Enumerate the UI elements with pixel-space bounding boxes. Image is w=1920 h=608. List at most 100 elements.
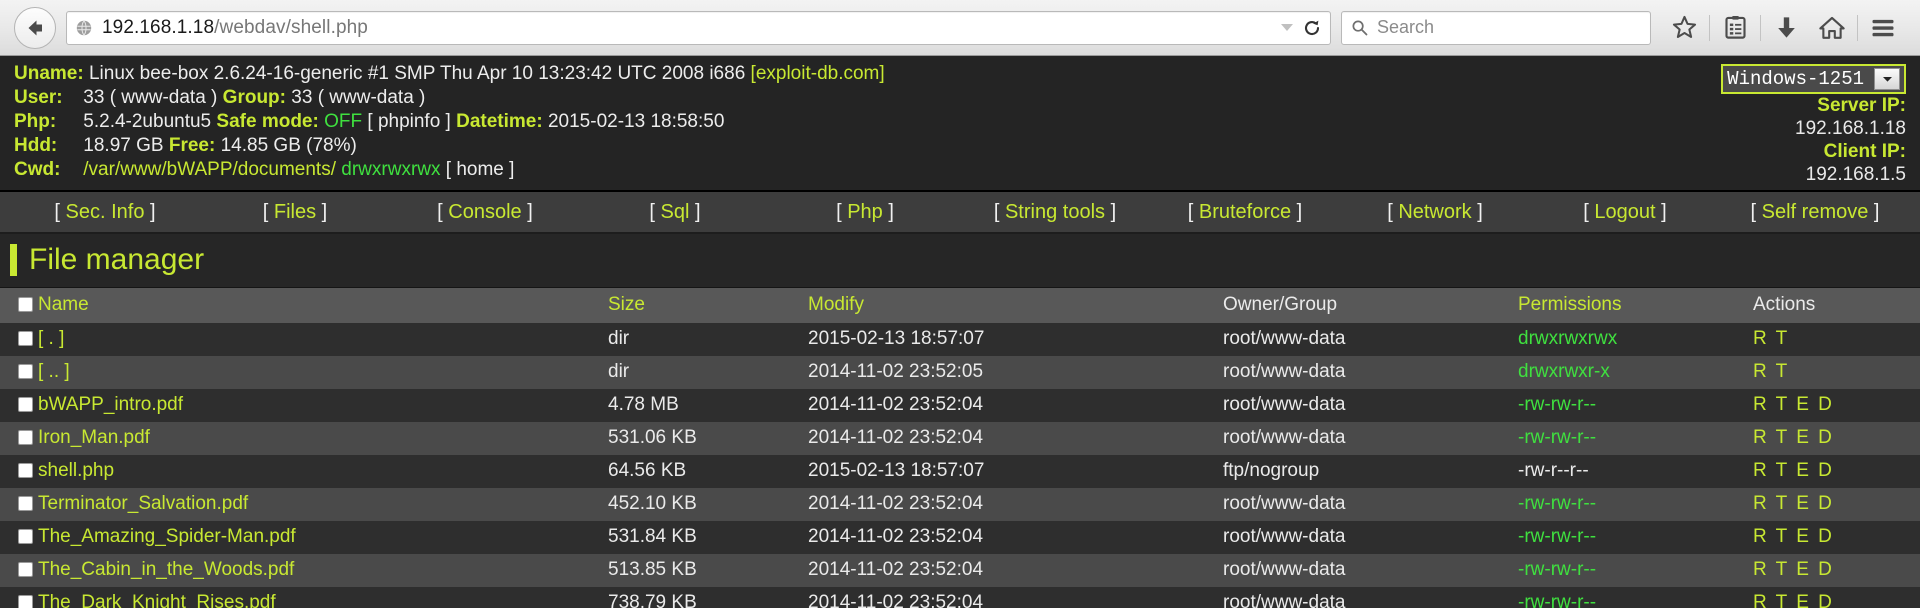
reload-button[interactable] (1302, 18, 1322, 38)
encoding-selected-value: Windows-1251 (1727, 68, 1864, 90)
file-actions-links[interactable]: R T E D (1753, 493, 1834, 514)
free-label: Free: (168, 135, 216, 156)
table-row: shell.php 64.56 KB 2015-02-13 18:57:07 ftp/… (0, 455, 1920, 488)
file-name-link[interactable]: bWAPP_intro.pdf (38, 394, 183, 415)
file-name-link[interactable]: Terminator_Salvation.pdf (38, 493, 248, 514)
back-button[interactable] (14, 6, 56, 49)
file-size-cell: dir (608, 356, 808, 389)
column-header-modify[interactable]: Modify (808, 288, 1223, 323)
cwd-value[interactable]: /var/www/bWAPP/documents/ (83, 159, 336, 180)
menu-icon (1872, 19, 1894, 36)
phpinfo-link[interactable]: [ phpinfo ] (367, 111, 450, 132)
row-select-cell (0, 587, 38, 608)
bookmark-star-button[interactable] (1661, 5, 1707, 51)
php-value: 5.2.4-2ubuntu5 (83, 111, 212, 132)
file-manager-table: Name Size Modify Owner/Group Permissions… (0, 288, 1920, 608)
nav-item-network[interactable]: [ Network ] (1340, 201, 1530, 224)
safemode-value: OFF (324, 111, 363, 132)
row-checkbox[interactable] (18, 595, 33, 608)
chevron-down-icon[interactable] (1874, 68, 1900, 90)
file-name-link[interactable]: The_Cabin_in_the_Woods.pdf (38, 559, 294, 580)
datetime-label: Datetime: (456, 111, 543, 132)
file-permissions-value: drwxrwxrwx (1518, 328, 1618, 349)
row-checkbox[interactable] (18, 430, 33, 446)
file-name-link[interactable]: [ . ] (38, 328, 64, 349)
row-checkbox[interactable] (18, 562, 33, 578)
table-body: [ . ] dir 2015-02-13 18:57:07 root/www-data… (0, 323, 1920, 608)
downloads-button[interactable] (1763, 5, 1809, 51)
column-header-name[interactable]: Name (38, 288, 608, 323)
file-size-cell: 452.10 KB (608, 488, 808, 521)
row-checkbox[interactable] (18, 331, 33, 347)
file-permissions-value: -rw-rw-r-- (1518, 493, 1597, 514)
menu-button[interactable] (1860, 5, 1906, 51)
nav-item-logout[interactable]: [ Logout ] (1530, 201, 1720, 224)
file-actions-links[interactable]: R T E D (1753, 427, 1834, 448)
select-all-header (0, 288, 38, 323)
nav-item-console[interactable]: [ Console ] (390, 201, 580, 224)
file-name-link[interactable]: The_Amazing_Spider-Man.pdf (38, 526, 296, 547)
column-header-actions[interactable]: Actions (1753, 288, 1920, 323)
search-input[interactable]: Search (1377, 17, 1434, 38)
file-modify-cell: 2014-11-02 23:52:04 (808, 521, 1223, 554)
encoding-select[interactable]: Windows-1251 (1721, 64, 1906, 94)
row-checkbox[interactable] (18, 529, 33, 545)
php-label: Php: (14, 111, 57, 132)
file-actions-links[interactable]: R T (1753, 328, 1789, 349)
column-header-owner-group[interactable]: Owner/Group (1223, 288, 1518, 323)
nav-item-string-tools[interactable]: [ String tools ] (960, 201, 1150, 224)
url-text[interactable]: 192.168.1.18/webdav/shell.php (102, 17, 1272, 39)
info-line-hdd: Hdd: 18.97 GB Free: 14.85 GB (78%) (14, 134, 1906, 158)
row-checkbox[interactable] (18, 463, 33, 479)
column-header-permissions[interactable]: Permissions (1518, 288, 1753, 323)
file-actions-links[interactable]: R T E D (1753, 460, 1834, 481)
url-bar[interactable]: 192.168.1.18/webdav/shell.php (66, 10, 1331, 45)
row-checkbox[interactable] (18, 364, 33, 380)
table-header-row: Name Size Modify Owner/Group Permissions… (0, 288, 1920, 323)
cwd-label: Cwd: (14, 159, 61, 180)
row-checkbox[interactable] (18, 397, 33, 413)
row-checkbox[interactable] (18, 496, 33, 512)
file-modify-value: 2015-02-13 18:57:07 (808, 328, 985, 349)
nav-item-label: Self remove (1761, 200, 1869, 223)
file-name-link[interactable]: The_Dark_Knight_Rises.pdf (38, 592, 276, 608)
file-actions-links[interactable]: R T (1753, 361, 1789, 382)
datetime-value: 2015-02-13 18:58:50 (547, 111, 725, 132)
table-row: Iron_Man.pdf 531.06 KB 2014-11-02 23:52:04… (0, 422, 1920, 455)
nav-item-sql[interactable]: [ Sql ] (580, 201, 770, 224)
file-name-link[interactable]: [ .. ] (38, 361, 70, 382)
dropdown-caret-icon[interactable] (1281, 24, 1293, 31)
nav-item-files[interactable]: [ Files ] (200, 201, 390, 224)
file-actions-links[interactable]: R T E D (1753, 526, 1834, 547)
select-all-checkbox[interactable] (18, 297, 33, 313)
file-actions-links[interactable]: R T E D (1753, 559, 1834, 580)
home-link[interactable]: [ home ] (446, 159, 515, 180)
home-button[interactable] (1809, 5, 1855, 51)
library-button[interactable] (1712, 5, 1758, 51)
file-actions-cell: R T E D (1753, 455, 1920, 488)
file-actions-links[interactable]: R T E D (1753, 592, 1834, 608)
group-label: Group: (222, 87, 286, 108)
file-modify-value: 2014-11-02 23:52:04 (808, 526, 984, 547)
toolbar-divider (1760, 14, 1761, 41)
nav-item-label: Sec. Info (65, 200, 145, 223)
search-box[interactable]: Search (1341, 10, 1651, 45)
file-actions-links[interactable]: R T E D (1753, 394, 1834, 415)
file-name-link[interactable]: Iron_Man.pdf (38, 427, 150, 448)
identity-globe-icon[interactable] (75, 19, 93, 37)
bracket-close: ] (1291, 200, 1303, 223)
bracket-open: [ (836, 200, 848, 223)
column-header-size[interactable]: Size (608, 288, 808, 323)
nav-item-php[interactable]: [ Php ] (770, 201, 960, 224)
row-select-cell (0, 356, 38, 389)
nav-item-bruteforce[interactable]: [ Bruteforce ] (1150, 201, 1340, 224)
exploit-db-link[interactable]: [exploit-db.com] (751, 63, 885, 84)
file-size-value: 513.85 KB (608, 559, 697, 580)
file-owner-cell: root/www-data (1223, 554, 1518, 587)
file-name-link[interactable]: shell.php (38, 460, 114, 481)
file-owner-cell: root/www-data (1223, 587, 1518, 608)
info-line-php: Php: 5.2.4-2ubuntu5 Safe mode: OFF [ php… (14, 110, 1906, 134)
file-actions-cell: R T (1753, 356, 1920, 389)
nav-item-self-remove[interactable]: [ Self remove ] (1720, 201, 1910, 224)
nav-item-sec-info[interactable]: [ Sec. Info ] (10, 201, 200, 224)
